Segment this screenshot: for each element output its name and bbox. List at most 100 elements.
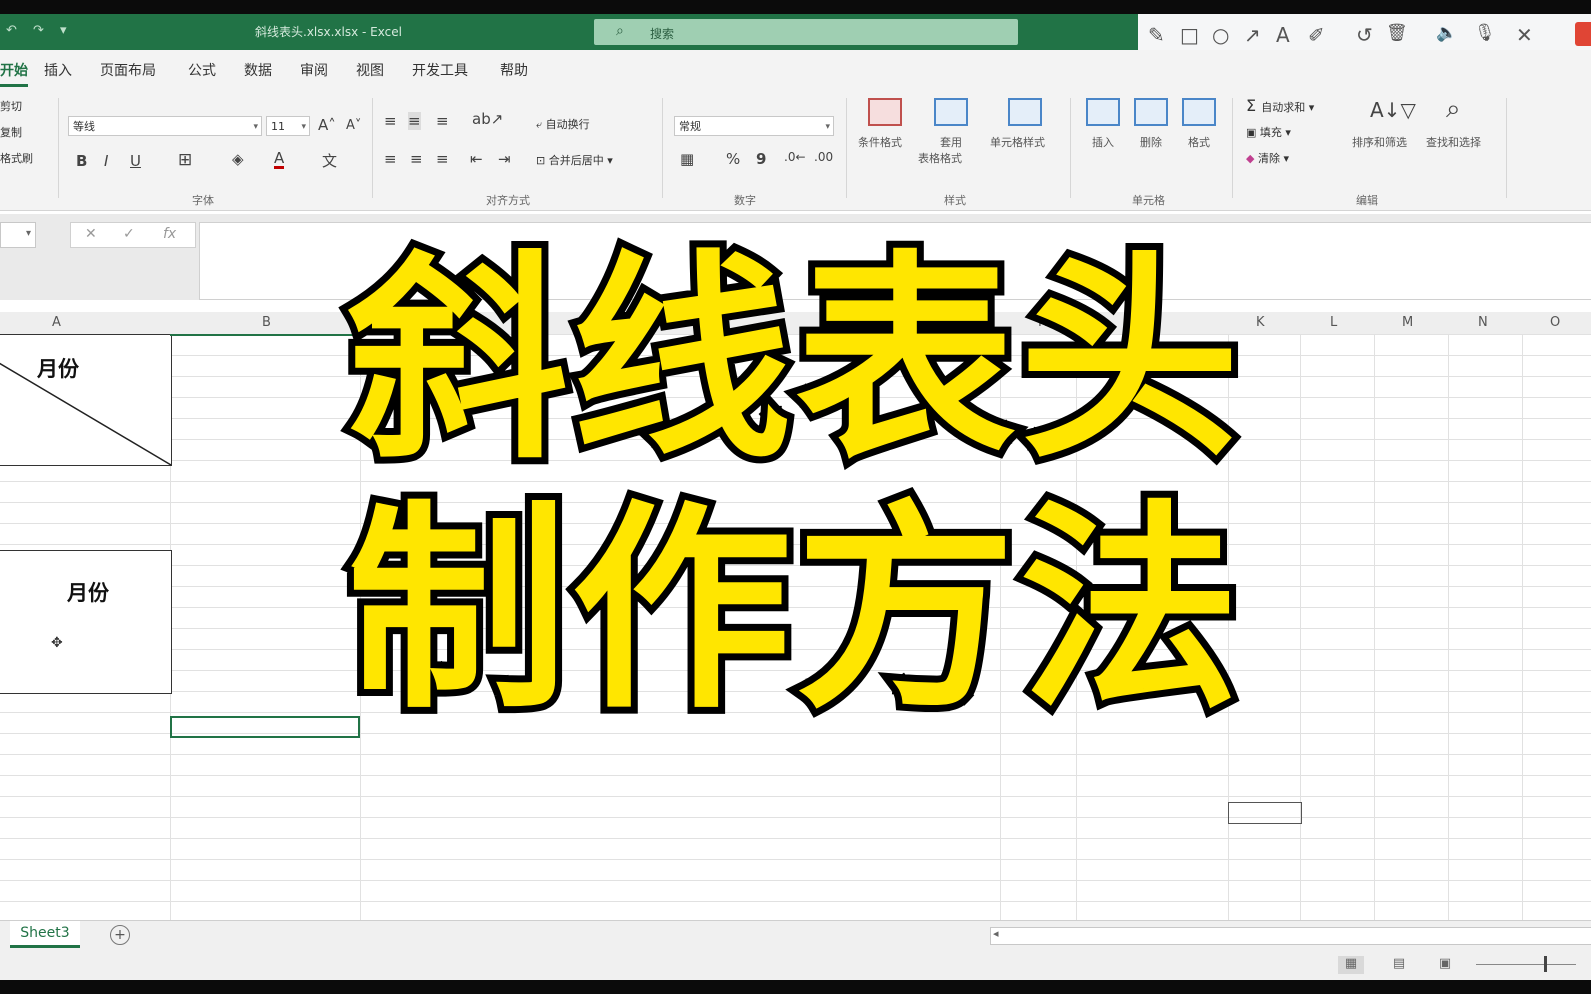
circle-icon[interactable]: ○ <box>1212 23 1229 47</box>
quick-access-toolbar[interactable]: ↶ ↷ ▾ <box>6 23 73 38</box>
cancel-icon[interactable]: ✕ <box>85 226 97 242</box>
format-table-label-2[interactable]: 表格格式 <box>918 150 962 166</box>
trash-icon[interactable]: 🗑 <box>1386 23 1408 43</box>
sort-filter-label[interactable]: 排序和筛选 <box>1352 134 1407 150</box>
underline-button[interactable]: U <box>130 152 141 170</box>
tab-review[interactable]: 审阅 <box>300 60 328 80</box>
zoom-slider[interactable] <box>1476 964 1576 965</box>
find-select-label[interactable]: 查找和选择 <box>1426 134 1481 150</box>
tab-help[interactable]: 帮助 <box>500 60 528 80</box>
wrap-text-button[interactable]: ⤶ 自动换行 <box>536 116 590 132</box>
shrink-font-icon[interactable]: A˅ <box>346 118 361 133</box>
mic-icon[interactable]: 🎙 <box>1474 23 1496 43</box>
insert-cells-icon[interactable] <box>1086 98 1120 126</box>
orientation-icon[interactable]: ab↗ <box>472 110 503 128</box>
tab-formulas[interactable]: 公式 <box>188 60 216 80</box>
divider <box>662 98 663 198</box>
text-icon[interactable]: A <box>1276 23 1290 47</box>
cell-styles-label[interactable]: 单元格样式 <box>990 134 1045 150</box>
normal-view-icon[interactable]: ▦ <box>1338 956 1364 974</box>
percent-button[interactable]: % <box>726 150 740 168</box>
autosum-button[interactable]: Σ 自动求和 ▾ <box>1246 96 1314 115</box>
bold-button[interactable]: B <box>76 152 87 170</box>
insert-cells-label[interactable]: 插入 <box>1092 134 1114 150</box>
tab-developer[interactable]: 开发工具 <box>412 60 468 80</box>
arrow-icon[interactable]: ↗ <box>1244 23 1261 47</box>
align-middle-icon[interactable]: ≡ <box>408 112 421 130</box>
fill-button[interactable]: ▣ 填充 ▾ <box>1246 124 1291 140</box>
delete-cells-label[interactable]: 删除 <box>1140 134 1162 150</box>
font-color-icon[interactable]: A <box>274 150 285 169</box>
number-group-label: 数字 <box>734 194 756 207</box>
font-size-select[interactable]: 11 ▾ <box>266 116 310 136</box>
add-sheet-button[interactable]: + <box>110 925 130 945</box>
comma-button[interactable]: 9 <box>756 150 766 168</box>
format-cells-icon[interactable] <box>1182 98 1216 126</box>
italic-button[interactable]: I <box>104 152 108 170</box>
window-title: 斜线表头.xlsx.xlsx - Excel <box>255 25 402 39</box>
page-break-view-icon[interactable]: ▣ <box>1432 956 1458 974</box>
search-box[interactable]: ⌕ 搜索 <box>594 19 1018 45</box>
font-name-select[interactable]: 等线 ▾ <box>68 116 262 136</box>
styles-group-label: 样式 <box>944 194 966 207</box>
increase-indent-icon[interactable]: ⇥ <box>498 150 511 168</box>
tab-insert[interactable]: 插入 <box>44 60 72 80</box>
merge-center-label: 合并后居中 <box>548 154 604 167</box>
highlighter-icon[interactable]: ✐ <box>1308 23 1325 47</box>
chevron-down-icon: ▾ <box>301 122 306 132</box>
cell-styles-icon[interactable] <box>1008 98 1042 126</box>
align-right-icon[interactable]: ≡ <box>436 150 449 168</box>
page-layout-view-icon[interactable]: ▤ <box>1386 956 1412 974</box>
name-box[interactable]: ▾ <box>0 222 36 248</box>
highlighted-cell[interactable] <box>1228 802 1302 824</box>
ribbon: 剪切 复制 格式刷 等线 ▾ 11 ▾ A˄ A˅ B I U ⊞ ◈ A 文 字体… <box>0 88 1591 211</box>
conditional-format-label[interactable]: 条件格式 <box>858 134 902 150</box>
sheet-tab-sheet3[interactable]: Sheet3 <box>10 921 80 948</box>
cut-button[interactable]: 剪切 <box>0 98 22 114</box>
format-table-icon[interactable] <box>934 98 968 126</box>
merge-center-button[interactable]: ⊡ 合并后居中 ▾ <box>536 152 613 168</box>
divider <box>58 98 59 198</box>
sort-filter-icon[interactable]: A↓▽ <box>1370 98 1416 122</box>
decrease-decimal-icon[interactable]: .00 <box>814 150 833 164</box>
decrease-indent-icon[interactable]: ⇤ <box>470 150 483 168</box>
copy-button[interactable]: 复制 <box>0 124 22 140</box>
ribbon-tabs: 开始 插入 页面布局 公式 数据 审阅 视图 开发工具 帮助 <box>0 50 1591 88</box>
close-icon[interactable]: ✕ <box>1516 23 1533 47</box>
tab-page-layout[interactable]: 页面布局 <box>100 60 156 80</box>
tab-view[interactable]: 视图 <box>356 60 384 80</box>
speaker-icon[interactable]: 🔈 <box>1436 23 1457 43</box>
align-left-icon[interactable]: ≡ <box>384 150 397 168</box>
phonetic-icon[interactable]: 文 <box>322 150 337 171</box>
format-painter-button[interactable]: 格式刷 <box>0 150 33 166</box>
currency-icon[interactable]: ▦ <box>680 150 694 168</box>
zoom-slider-thumb[interactable] <box>1544 956 1547 972</box>
align-center-icon[interactable]: ≡ <box>410 150 423 168</box>
function-icon[interactable]: fx <box>163 226 176 242</box>
scroll-left-icon[interactable]: ◂ <box>993 927 999 940</box>
pencil-icon[interactable]: ✎ <box>1148 23 1165 47</box>
rectangle-icon[interactable]: □ <box>1180 23 1199 47</box>
format-cells-label[interactable]: 格式 <box>1188 134 1210 150</box>
horizontal-scrollbar[interactable]: ◂ <box>990 927 1591 945</box>
tab-home[interactable]: 开始 <box>0 60 28 87</box>
increase-decimal-icon[interactable]: .0← <box>784 150 806 164</box>
format-table-label-1[interactable]: 套用 <box>940 134 962 150</box>
cells-group-label: 单元格 <box>1132 194 1165 207</box>
number-format-value: 常规 <box>679 120 701 133</box>
undo-icon[interactable]: ↺ <box>1356 23 1373 47</box>
enter-icon[interactable]: ✓ <box>123 226 135 242</box>
conditional-format-icon[interactable] <box>868 98 902 126</box>
number-format-select[interactable]: 常规 ▾ <box>674 116 834 136</box>
clear-button[interactable]: ◆ 清除 ▾ <box>1246 150 1289 166</box>
divider <box>1506 98 1507 198</box>
tab-data[interactable]: 数据 <box>244 60 272 80</box>
align-top-icon[interactable]: ≡ <box>384 112 397 130</box>
delete-cells-icon[interactable] <box>1134 98 1168 126</box>
find-select-icon[interactable]: ⌕ <box>1446 94 1461 125</box>
fill-color-icon[interactable]: ◈ <box>232 150 244 168</box>
border-icon[interactable]: ⊞ <box>178 150 192 170</box>
align-bottom-icon[interactable]: ≡ <box>436 112 449 130</box>
chevron-down-icon: ▾ <box>253 122 258 132</box>
grow-font-icon[interactable]: A˄ <box>318 116 336 134</box>
